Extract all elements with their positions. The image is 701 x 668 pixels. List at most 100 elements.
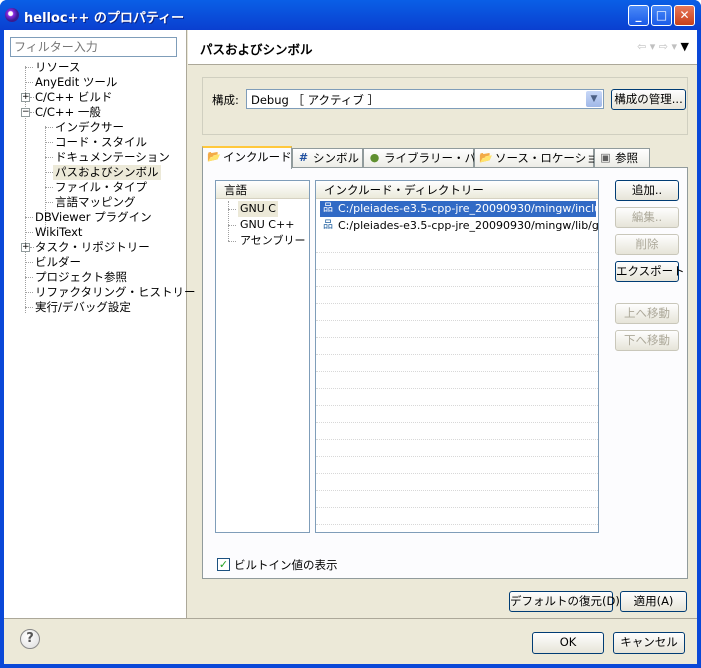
- language-item-gnu-cpp[interactable]: GNU C++: [240, 217, 294, 233]
- tree-item-documentation[interactable]: ドキュメンテーション: [55, 150, 170, 165]
- expand-toggle-cpp-build[interactable]: +: [21, 93, 30, 102]
- eclipse-app-icon: [5, 8, 19, 22]
- tree-connector: [228, 201, 229, 241]
- tree-connector: [45, 187, 53, 188]
- tree-connector: [228, 209, 236, 210]
- include-directories-list[interactable]: インクルード・ディレクトリー 品 C:/pleiades-e3.5-cpp-jr…: [315, 180, 599, 533]
- apply-button[interactable]: 適用(A): [620, 591, 687, 612]
- tab-source-locations-label: ソース・ロケーション: [495, 151, 610, 165]
- show-builtin-label[interactable]: ビルトイン値の表示: [234, 557, 338, 573]
- tab-references[interactable]: ▣ 参照: [594, 148, 650, 168]
- tab-symbols-label: シンボル: [313, 151, 359, 165]
- tree-connector: [25, 307, 33, 308]
- view-menu-icon[interactable]: ▼: [681, 40, 689, 53]
- tab-library-paths[interactable]: ● ライブラリー・パス: [363, 148, 488, 168]
- tree-item-project-references[interactable]: プロジェクト参照: [35, 270, 127, 285]
- tree-item-refactoring-history[interactable]: リファクタリング・ヒストリー: [35, 285, 196, 300]
- move-up-button[interactable]: 上へ移動: [615, 303, 679, 324]
- tree-connector: [25, 262, 33, 263]
- include-row[interactable]: 品 C:/pleiades-e3.5-cpp-jre_20090930/ming…: [320, 218, 598, 234]
- tab-symbols[interactable]: # シンボル: [292, 148, 363, 168]
- dialog-button-bar: ? OK キャンセル: [4, 618, 697, 664]
- ok-button[interactable]: OK: [532, 632, 604, 654]
- tree-connector: [30, 112, 34, 113]
- row-separator: [316, 320, 598, 321]
- tree-item-code-style[interactable]: コード・スタイル: [55, 135, 147, 150]
- include-path: C:/pleiades-e3.5-cpp-jre_20090930/mingw/…: [338, 202, 599, 215]
- row-separator: [316, 252, 598, 253]
- page-navigation: ⇦ ▾ ⇨ ▾ ▼: [637, 40, 689, 53]
- filter-input[interactable]: [10, 37, 177, 57]
- tree-item-indexer[interactable]: インデクサー: [55, 120, 124, 135]
- tree-connector: [25, 232, 33, 233]
- tree-item-dbviewer-plugin[interactable]: DBViewer プラグイン: [35, 210, 152, 225]
- add-button[interactable]: 追加..: [615, 180, 679, 201]
- collapse-toggle-cpp-general[interactable]: −: [21, 108, 30, 117]
- maximize-button[interactable]: □: [651, 5, 672, 26]
- tree-item-run-debug-settings[interactable]: 実行/デバッグ設定: [35, 300, 131, 315]
- property-tree-pane: + − + リソース AnyEdit ツール C/C++ ビルド C/C++ 一…: [4, 30, 196, 618]
- include-directories-column-header[interactable]: インクルード・ディレクトリー: [316, 181, 598, 199]
- forward-arrow-icon[interactable]: ⇨: [659, 40, 668, 53]
- tree-item-cpp-general[interactable]: C/C++ 一般: [35, 105, 101, 120]
- tree-connector: [25, 67, 33, 68]
- expand-toggle-task-repository[interactable]: +: [21, 243, 30, 252]
- row-separator: [316, 286, 598, 287]
- configuration-select[interactable]: Debug ［ アクティブ ］ ▼: [246, 89, 604, 109]
- tree-item-resource[interactable]: リソース: [35, 60, 80, 75]
- manage-configurations-button[interactable]: 構成の管理...: [611, 89, 686, 110]
- include-row[interactable]: 品 C:/pleiades-e3.5-cpp-jre_20090930/ming…: [320, 201, 599, 217]
- tree-item-anyedit-tools[interactable]: AnyEdit ツール: [35, 75, 117, 90]
- back-arrow-icon[interactable]: ⇦: [637, 40, 646, 53]
- include-folder-icon: 品: [323, 203, 333, 214]
- tab-includes[interactable]: 📂 インクルード: [202, 146, 292, 169]
- tree-item-paths-and-symbols[interactable]: パスおよびシンボル: [53, 165, 161, 180]
- row-separator: [316, 405, 598, 406]
- tree-connector: [30, 97, 34, 98]
- tree-item-task-repository[interactable]: タスク・リポジトリー: [35, 240, 150, 255]
- language-list[interactable]: 言語 GNU C GNU C++ アセンブリー・ソ: [215, 180, 310, 533]
- cancel-button[interactable]: キャンセル: [613, 632, 685, 654]
- tree-item-cpp-build[interactable]: C/C++ ビルド: [35, 90, 112, 105]
- tree-connector: [25, 277, 33, 278]
- tab-library-paths-label: ライブラリー・パス: [384, 151, 488, 165]
- tree-item-language-mappings[interactable]: 言語マッピング: [55, 195, 136, 210]
- show-builtin-checkbox[interactable]: ✓: [217, 558, 230, 571]
- tab-includes-label: インクルード: [223, 150, 292, 164]
- export-button[interactable]: エクスポート: [615, 261, 685, 282]
- tree-connector: [25, 292, 33, 293]
- language-column-header[interactable]: 言語: [216, 181, 309, 199]
- tree-connector: [25, 217, 33, 218]
- row-separator: [316, 490, 598, 491]
- close-button[interactable]: ✕: [674, 5, 695, 26]
- title-bar[interactable]: helloc++ のプロパティー _ □ ✕: [0, 0, 701, 30]
- row-separator: [316, 507, 598, 508]
- edit-button[interactable]: 編集..: [615, 207, 679, 228]
- references-icon: ▣: [600, 151, 611, 164]
- tree-item-wikitext[interactable]: WikiText: [35, 225, 82, 240]
- help-icon[interactable]: ?: [20, 629, 40, 649]
- delete-button[interactable]: 削除: [615, 234, 679, 255]
- library-icon: ●: [369, 151, 380, 164]
- language-item-assembly[interactable]: アセンブリー・ソ: [240, 233, 309, 249]
- chevron-down-icon[interactable]: ▼: [586, 91, 602, 107]
- row-separator: [316, 371, 598, 372]
- tree-connector: [45, 127, 53, 128]
- row-separator: [316, 473, 598, 474]
- tab-source-locations[interactable]: 📂 ソース・ロケーション: [474, 148, 609, 168]
- hash-icon: #: [298, 151, 309, 164]
- window-title: helloc++ のプロパティー: [24, 11, 185, 26]
- row-separator: [316, 524, 598, 525]
- page-title: パスおよびシンボル: [200, 42, 313, 57]
- folder-icon: 📂: [207, 150, 221, 163]
- row-separator: [316, 456, 598, 457]
- include-folder-icon: 品: [323, 220, 333, 231]
- tree-item-builders[interactable]: ビルダー: [35, 255, 81, 270]
- restore-defaults-button[interactable]: デフォルトの復元(D): [509, 591, 620, 612]
- language-item-gnu-c[interactable]: GNU C: [238, 201, 278, 217]
- row-separator: [316, 303, 598, 304]
- minimize-button[interactable]: _: [628, 5, 649, 26]
- move-down-button[interactable]: 下へ移動: [615, 330, 679, 351]
- tree-item-file-types[interactable]: ファイル・タイプ: [55, 180, 147, 195]
- tab-references-label: 参照: [615, 151, 638, 165]
